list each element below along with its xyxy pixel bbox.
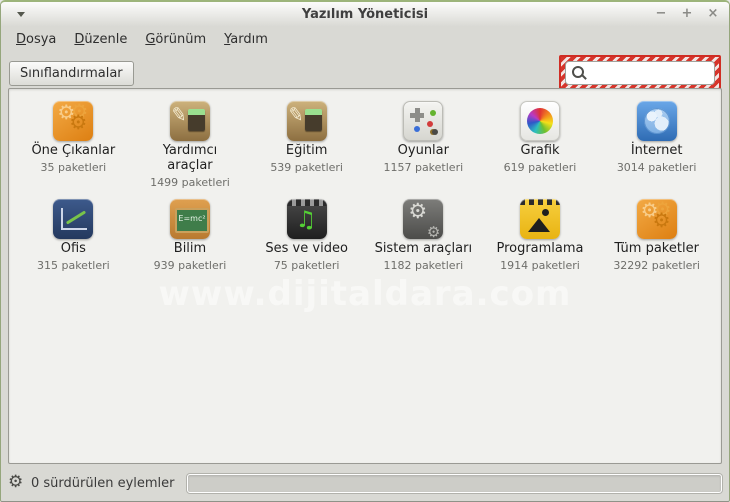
category-count: 939 paketleri (153, 258, 227, 272)
category-view: Öne Çıkanlar 35 paketleri Yardımcı araçl… (8, 88, 722, 464)
menu-gorunum[interactable]: Görünüm (136, 28, 215, 51)
window-menu-button[interactable] (13, 6, 29, 22)
category-item[interactable]: Grafik 619 paketleri (482, 101, 599, 189)
category-count: 35 paketleri (40, 160, 107, 174)
education-icon (286, 101, 327, 141)
gear-icon (8, 472, 25, 492)
category-label: Sistem araçları (374, 240, 473, 256)
software-manager-window: Yazılım Yöneticisi − + × Dosya Düzenle G… (0, 0, 730, 502)
sound-video-icon (286, 198, 327, 239)
category-item[interactable]: Ofis 315 paketleri (15, 198, 132, 272)
games-icon (403, 101, 444, 141)
featured-icon (53, 100, 94, 141)
internet-icon (636, 101, 677, 141)
category-item[interactable]: Öne Çıkanlar 35 paketleri (15, 100, 132, 189)
category-grid: Öne Çıkanlar 35 paketleri Yardımcı araçl… (9, 89, 721, 272)
category-label: Ofis (60, 240, 86, 256)
category-label: Grafik (520, 143, 560, 158)
office-icon (53, 198, 94, 239)
minimize-button[interactable]: − (653, 6, 669, 22)
science-icon (169, 198, 210, 239)
menu-duzenle[interactable]: Düzenle (65, 28, 136, 51)
search-icon (572, 66, 587, 81)
category-label: İnternet (630, 143, 683, 158)
category-count: 539 paketleri (270, 160, 343, 174)
category-count: 1182 paketleri (383, 258, 464, 272)
category-count: 75 paketleri (273, 258, 340, 272)
category-label: Ses ve video (265, 240, 348, 256)
category-label: Tüm paketler (614, 240, 699, 256)
category-count: 619 paketleri (503, 160, 577, 174)
category-item[interactable]: İnternet 3014 paketleri (598, 101, 715, 189)
close-button[interactable]: × (705, 6, 721, 22)
category-label: Bilim (173, 240, 207, 256)
status-text: 0 sürdürülen eylemler (31, 475, 175, 491)
category-label: Eğitim (285, 143, 328, 158)
accessories-icon (169, 101, 210, 141)
category-count: 1157 paketleri (383, 160, 464, 174)
search-input[interactable] (588, 63, 712, 83)
category-label: Öne Çıkanlar (31, 143, 116, 158)
search-highlight-annotation (559, 55, 721, 91)
menu-dosya[interactable]: Dosya (7, 28, 65, 51)
categories-button[interactable]: Sınıflandırmalar (9, 60, 134, 86)
menubar: Dosya Düzenle Görünüm Yardım (1, 26, 729, 52)
category-item[interactable]: Ses ve video 75 paketleri (248, 198, 365, 272)
category-label: Oyunlar (397, 143, 449, 158)
programming-icon (519, 198, 560, 239)
maximize-button[interactable]: + (679, 6, 695, 22)
category-count: 1914 paketleri (500, 258, 580, 272)
titlebar: Yazılım Yöneticisi − + × (1, 2, 729, 26)
category-item[interactable]: Programlama 1914 paketleri (482, 198, 599, 272)
category-label: Programlama (496, 240, 584, 256)
all-packages-icon (636, 198, 677, 239)
category-label: Yardımcı araçlar (162, 143, 218, 173)
window-controls: − + × (653, 2, 721, 26)
category-count: 3014 paketleri (616, 160, 697, 174)
system-tools-icon (403, 198, 444, 241)
graphics-icon (519, 101, 560, 141)
window-title: Yazılım Yöneticisi (301, 6, 429, 22)
window-menu-triangle-icon (17, 11, 25, 17)
category-item[interactable]: Bilim 939 paketleri (132, 198, 249, 272)
category-count: 32292 paketleri (613, 258, 700, 272)
category-item[interactable]: Yardımcı araçlar 1499 paketleri (132, 101, 249, 189)
progress-bar (186, 473, 722, 493)
category-count: 1499 paketleri (150, 175, 230, 189)
statusbar: 0 sürdürülen eylemler (8, 470, 722, 496)
search-entry[interactable] (565, 61, 715, 85)
category-item[interactable]: Tüm paketler 32292 paketleri (598, 198, 715, 272)
category-item[interactable]: Oyunlar 1157 paketleri (365, 101, 482, 189)
category-item[interactable]: Eğitim 539 paketleri (248, 101, 365, 189)
menu-yardim[interactable]: Yardım (215, 28, 277, 51)
category-count: 315 paketleri (36, 258, 110, 272)
category-item[interactable]: Sistem araçları 1182 paketleri (365, 198, 482, 272)
